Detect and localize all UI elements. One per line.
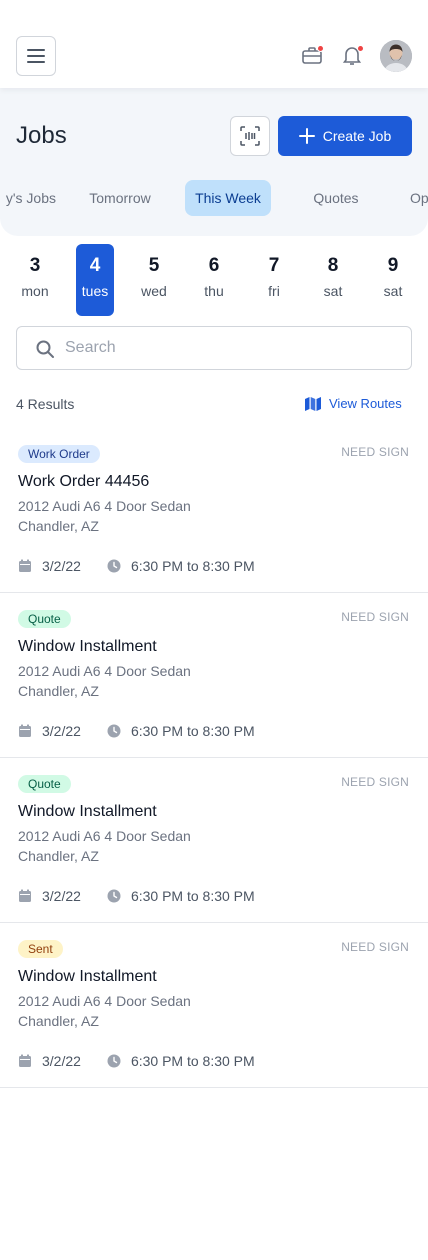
plus-icon <box>298 128 315 144</box>
day-mon[interactable]: 3 mon <box>16 244 54 316</box>
search-icon <box>36 340 54 358</box>
scan-icon <box>240 126 260 146</box>
bell-icon[interactable] <box>340 43 364 67</box>
day-sun[interactable]: 9 sat <box>374 244 412 316</box>
status-label: NEED SIGN <box>341 940 409 954</box>
day-wed[interactable]: 5 wed <box>135 244 173 316</box>
job-card[interactable]: Sent NEED SIGN Window Installment 2012 A… <box>0 923 428 1088</box>
vehicle-text: 2012 Audi A6 4 Door Sedan <box>18 663 191 679</box>
search-box <box>16 326 412 370</box>
scan-button[interactable] <box>230 116 270 156</box>
tab-tomorrow[interactable]: Tomorrow <box>74 180 166 216</box>
status-label: NEED SIGN <box>341 775 409 789</box>
day-name: thu <box>204 283 224 299</box>
job-title: Window Installment <box>18 803 157 820</box>
day-sat[interactable]: 8 sat <box>314 244 352 316</box>
job-title: Work Order 44456 <box>18 473 150 490</box>
day-number: 4 <box>89 255 101 276</box>
day-number: 6 <box>208 255 220 276</box>
day-number: 5 <box>148 255 160 276</box>
job-schedule: 3/2/22 6:30 PM to 8:30 PM <box>18 1053 255 1069</box>
job-card[interactable]: Quote NEED SIGN Window Installment 2012 … <box>0 758 428 923</box>
calendar-icon <box>19 889 31 902</box>
notification-dot <box>317 45 324 52</box>
tab-todays-jobs[interactable]: y's Jobs <box>0 180 56 216</box>
day-name: mon <box>21 283 49 299</box>
page-title: Jobs <box>16 122 67 149</box>
clock-icon <box>107 889 121 903</box>
job-title: Window Installment <box>18 968 157 985</box>
map-icon <box>305 396 321 411</box>
results-count: 4 Results <box>16 396 75 412</box>
clock-icon <box>107 724 121 738</box>
job-date: 3/2/22 <box>42 1053 81 1069</box>
top-bar <box>0 0 428 88</box>
day-number: 9 <box>387 255 399 276</box>
vehicle-text: 2012 Audi A6 4 Door Sedan <box>18 993 191 1009</box>
vehicle-text: 2012 Audi A6 4 Door Sedan <box>18 828 191 844</box>
type-badge: Quote <box>18 610 71 628</box>
search-input[interactable] <box>65 327 395 369</box>
avatar[interactable] <box>380 40 412 72</box>
status-label: NEED SIGN <box>341 610 409 624</box>
type-badge: Sent <box>18 940 63 958</box>
vehicle-text: 2012 Audi A6 4 Door Sedan <box>18 498 191 514</box>
day-selector: 3 mon 4 tues 5 wed 6 thu 7 fri 8 sat 9 s… <box>0 244 428 316</box>
day-name: tues <box>81 283 109 299</box>
location-text: Chandler, AZ <box>18 683 99 699</box>
hamburger-menu-icon[interactable] <box>16 36 56 76</box>
clock-icon <box>107 559 121 573</box>
job-schedule: 3/2/22 6:30 PM to 8:30 PM <box>18 558 255 574</box>
type-badge: Work Order <box>18 445 100 463</box>
job-schedule: 3/2/22 6:30 PM to 8:30 PM <box>18 723 255 739</box>
view-routes-link[interactable]: View Routes <box>305 396 402 411</box>
day-name: sat <box>323 283 343 299</box>
location-text: Chandler, AZ <box>18 518 99 534</box>
view-routes-label: View Routes <box>329 396 402 411</box>
day-name: wed <box>141 283 167 299</box>
day-tues[interactable]: 4 tues <box>76 244 114 316</box>
job-date: 3/2/22 <box>42 558 81 574</box>
tab-this-week[interactable]: This Week <box>185 180 271 216</box>
job-card[interactable]: Quote NEED SIGN Window Installment 2012 … <box>0 593 428 758</box>
status-label: NEED SIGN <box>341 445 409 459</box>
job-title: Window Installment <box>18 638 157 655</box>
clock-icon <box>107 1054 121 1068</box>
day-thu[interactable]: 6 thu <box>195 244 233 316</box>
tab-quotes[interactable]: Quotes <box>296 180 376 216</box>
day-name: sat <box>383 283 403 299</box>
day-fri[interactable]: 7 fri <box>255 244 293 316</box>
day-number: 8 <box>327 255 339 276</box>
job-date: 3/2/22 <box>42 723 81 739</box>
jobs-header: Jobs Create Job y's Jobs Tomorrow This W… <box>0 88 428 236</box>
job-time: 6:30 PM to 8:30 PM <box>130 888 255 904</box>
calendar-icon <box>19 559 31 572</box>
job-card[interactable]: Work Order NEED SIGN Work Order 44456 20… <box>0 428 428 593</box>
job-time: 6:30 PM to 8:30 PM <box>130 723 255 739</box>
day-number: 7 <box>268 255 280 276</box>
job-date: 3/2/22 <box>42 888 81 904</box>
notification-dot <box>357 45 364 52</box>
day-number: 3 <box>29 255 41 276</box>
job-schedule: 3/2/22 6:30 PM to 8:30 PM <box>18 888 255 904</box>
create-job-label: Create Job <box>322 128 392 144</box>
calendar-icon <box>19 1054 31 1067</box>
location-text: Chandler, AZ <box>18 848 99 864</box>
create-job-button[interactable]: Create Job <box>278 116 412 156</box>
job-tabs: y's Jobs Tomorrow This Week Quotes Op <box>0 180 428 216</box>
calendar-icon <box>19 724 31 737</box>
type-badge: Quote <box>18 775 71 793</box>
day-name: fri <box>268 283 280 299</box>
job-time: 6:30 PM to 8:30 PM <box>130 1053 255 1069</box>
toolbox-icon[interactable] <box>300 43 324 67</box>
location-text: Chandler, AZ <box>18 1013 99 1029</box>
job-time: 6:30 PM to 8:30 PM <box>130 558 255 574</box>
tab-open[interactable]: Op <box>410 180 428 216</box>
